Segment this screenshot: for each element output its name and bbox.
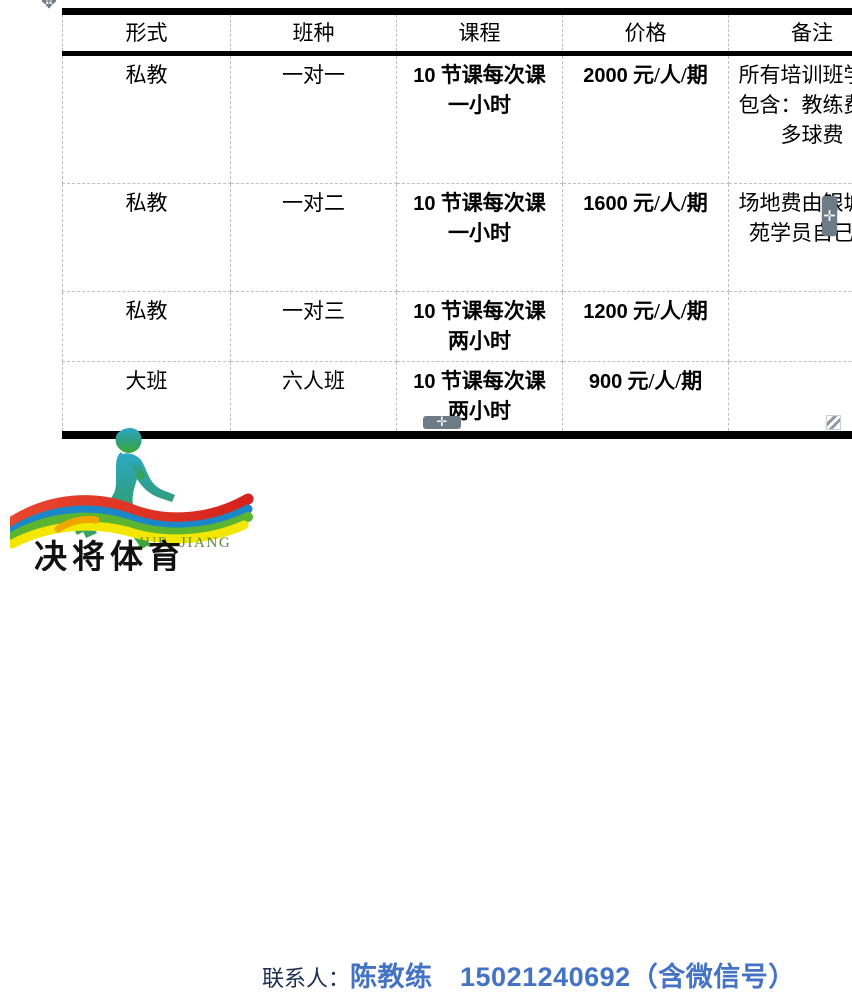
column-header-price[interactable]: 价格 bbox=[563, 12, 729, 54]
cell-course-number: 10 bbox=[413, 65, 435, 87]
contact-label: 联系人： bbox=[262, 966, 350, 991]
cell-price[interactable]: 1600 元/人/期 bbox=[563, 184, 729, 292]
cell-price-unit: 元/人/期 bbox=[633, 299, 708, 323]
cell-form[interactable]: 私教 bbox=[63, 184, 231, 292]
cell-course-number: 10 bbox=[413, 371, 435, 393]
cell-price[interactable]: 900 元/人/期 bbox=[563, 362, 729, 435]
cell-course-text: 节课每次课两小时 bbox=[441, 369, 546, 423]
document-canvas: 形式 班种 课程 价格 备注 私教 一对一 10 节课每次课一小时 2000 元… bbox=[0, 0, 852, 571]
cell-price-number: 2000 bbox=[583, 65, 628, 87]
brand-logo: JUE JIANG 决将体育 bbox=[10, 425, 260, 571]
cell-price-number: 1600 bbox=[583, 193, 628, 215]
column-header-form[interactable]: 形式 bbox=[63, 12, 231, 54]
cell-price-number: 900 bbox=[589, 371, 622, 393]
cell-note[interactable] bbox=[729, 292, 852, 362]
table-header-row: 形式 班种 课程 价格 备注 bbox=[63, 12, 852, 54]
cell-class-type[interactable]: 六人班 bbox=[231, 362, 397, 435]
table-row[interactable]: 私教 一对一 10 节课每次课一小时 2000 元/人/期 所有培训班学费包含：… bbox=[63, 54, 852, 184]
cell-course-number: 10 bbox=[413, 301, 435, 323]
brand-logo-svg: JUE JIANG 决将体育 bbox=[10, 425, 260, 571]
cell-course[interactable]: 10 节课每次课两小时 bbox=[397, 292, 563, 362]
contact-value: 陈教练 15021240692（含微信号） bbox=[350, 962, 796, 992]
cell-course[interactable]: 10 节课每次课一小时 bbox=[397, 54, 563, 184]
cell-form[interactable]: 私教 bbox=[63, 292, 231, 362]
table-move-handle-icon[interactable]: ✥ bbox=[38, 0, 60, 13]
column-header-note[interactable]: 备注 bbox=[729, 12, 852, 54]
cell-price[interactable]: 2000 元/人/期 bbox=[563, 54, 729, 184]
footer-area: JUE JIANG 决将体育 联系人：陈教练 15021240692（含微信号） bbox=[0, 425, 852, 571]
column-header-course[interactable]: 课程 bbox=[397, 12, 563, 54]
table-row[interactable]: 私教 一对三 10 节课每次课两小时 1200 元/人/期 bbox=[63, 292, 852, 362]
brand-cn: 决将体育 bbox=[34, 538, 186, 571]
column-header-class-type[interactable]: 班种 bbox=[231, 12, 397, 54]
contact-line: 联系人：陈教练 15021240692（含微信号） bbox=[262, 955, 796, 994]
cell-course-number: 10 bbox=[413, 193, 435, 215]
cell-class-type[interactable]: 一对二 bbox=[231, 184, 397, 292]
cell-course-text: 节课每次课两小时 bbox=[441, 299, 546, 353]
cell-course[interactable]: 10 节课每次课两小时 bbox=[397, 362, 563, 435]
cell-form[interactable]: 私教 bbox=[63, 54, 231, 184]
pricing-table[interactable]: 形式 班种 课程 价格 备注 私教 一对一 10 节课每次课一小时 2000 元… bbox=[62, 8, 852, 439]
cell-price[interactable]: 1200 元/人/期 bbox=[563, 292, 729, 362]
cell-price-unit: 元/人/期 bbox=[633, 191, 708, 215]
cell-note[interactable]: 所有培训班学费包含：教练费和多球费 bbox=[729, 54, 852, 184]
table-row[interactable]: 私教 一对二 10 节课每次课一小时 1600 元/人/期 场地费由银城东苑学员… bbox=[63, 184, 852, 292]
cell-course[interactable]: 10 节课每次课一小时 bbox=[397, 184, 563, 292]
cell-class-type[interactable]: 一对一 bbox=[231, 54, 397, 184]
cell-price-unit: 元/人/期 bbox=[633, 63, 708, 87]
cell-course-text: 节课每次课一小时 bbox=[441, 191, 546, 245]
cell-price-unit: 元/人/期 bbox=[627, 369, 702, 393]
cell-form[interactable]: 大班 bbox=[63, 362, 231, 435]
cell-class-type[interactable]: 一对三 bbox=[231, 292, 397, 362]
cell-course-text: 节课每次课一小时 bbox=[441, 63, 546, 117]
insert-row-handle-icon[interactable]: ✛ bbox=[822, 196, 837, 236]
cell-price-number: 1200 bbox=[583, 301, 628, 323]
brand-en-2: JIANG bbox=[180, 535, 231, 551]
